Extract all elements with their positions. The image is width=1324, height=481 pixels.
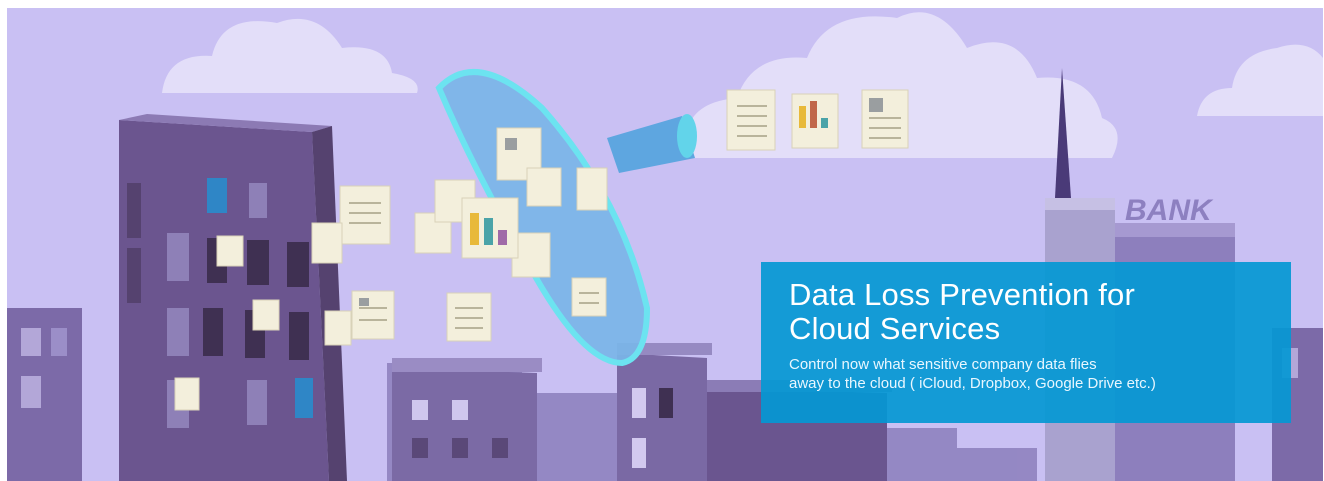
promo-subtitle-line-1: Control now what sensitive company data … bbox=[789, 356, 1097, 373]
promo-title-line-2: Cloud Services bbox=[789, 311, 1001, 346]
promo-title-line-1: Data Loss Prevention for bbox=[789, 277, 1135, 312]
promo-subtitle: Control now what sensitive company data … bbox=[789, 355, 1269, 393]
promo-subtitle-line-2: away to the cloud ( iCloud, Dropbox, Goo… bbox=[789, 375, 1156, 392]
hero-banner[interactable]: BANK Data Loss Prevention for Cloud Serv… bbox=[7, 8, 1323, 481]
promo-panel[interactable]: Data Loss Prevention for Cloud Services … bbox=[761, 262, 1291, 423]
bank-sign: BANK bbox=[1125, 194, 1214, 227]
promo-title: Data Loss Prevention for Cloud Services bbox=[789, 278, 1269, 346]
